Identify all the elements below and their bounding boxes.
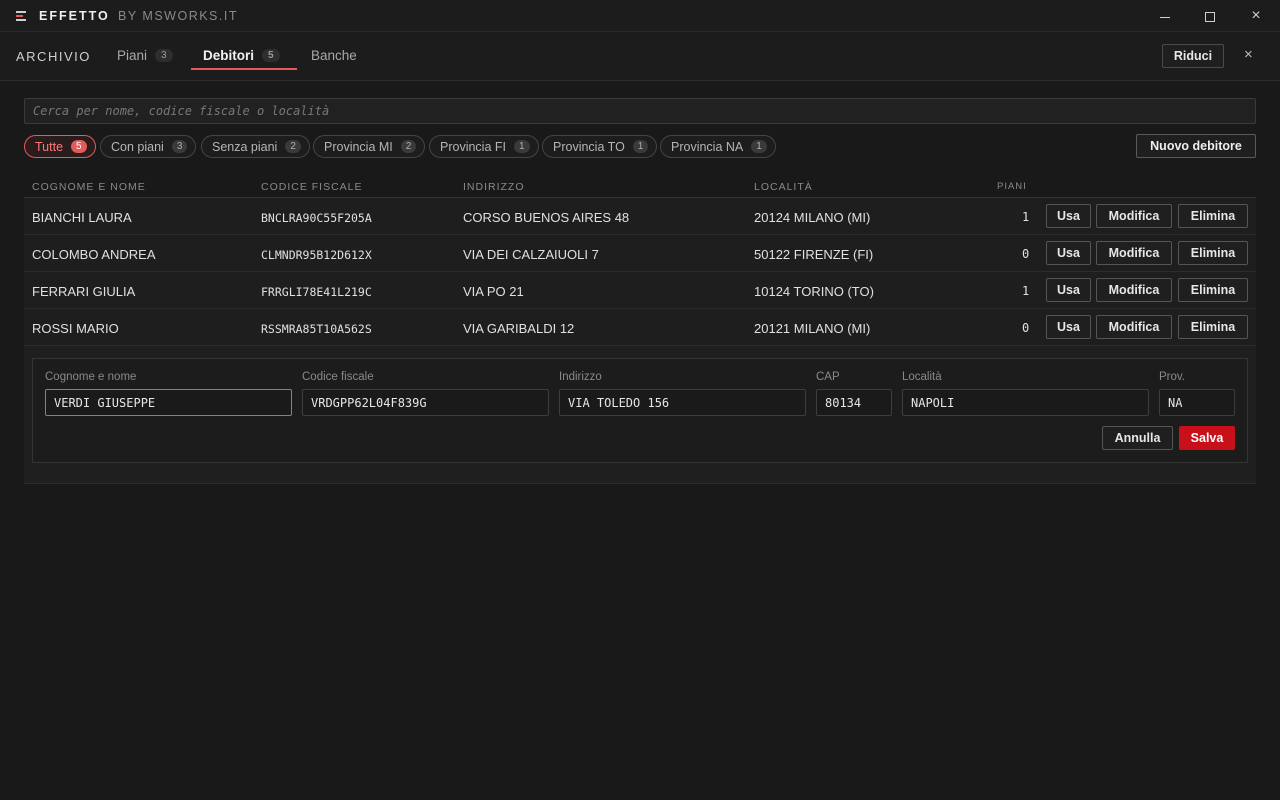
table-row: COLOMBO ANDREA CLMNDR95B12D612X VIA DEI … [24,235,1256,272]
row-plans: 1 [1022,210,1030,224]
filter-chip-provincia-na[interactable]: Provincia NA 1 [660,135,776,158]
nav-bar: ARCHIVIO Piani 3 Debitori 5 Banche Riduc… [0,32,1280,81]
filter-chip-tutte[interactable]: Tutte 5 [24,135,96,158]
row-name: COLOMBO ANDREA [32,247,156,262]
use-button[interactable]: Usa [1046,315,1091,339]
row-city: 50122 FIRENZE (FI) [754,247,874,262]
row-cf: FRRGLI78E41L219C [261,285,372,299]
filter-chip-provincia-to[interactable]: Provincia TO 1 [542,135,658,158]
row-name: BIANCHI LAURA [32,210,132,225]
edit-button[interactable]: Modifica [1096,241,1172,265]
chip-count: 1 [632,140,649,153]
cf-field[interactable] [302,389,549,416]
title-bar: EFFETTO BY MSWORKS.IT × [0,0,1280,32]
label-cap: CAP [816,371,840,383]
use-button[interactable]: Usa [1046,204,1091,228]
address-field[interactable] [559,389,806,416]
row-cf: RSSMRA85T10A562S [261,322,372,336]
filter-chip-provincia-mi[interactable]: Provincia MI 2 [313,135,426,158]
chip-label: Senza piani [212,139,278,154]
row-cf: BNCLRA90C55F205A [261,211,372,225]
new-debtor-button[interactable]: Nuovo debitore [1136,134,1256,158]
active-tab-indicator [191,68,297,70]
close-icon[interactable]: × [1244,46,1253,63]
row-city: 10124 TORINO (TO) [754,284,874,299]
section-title: ARCHIVIO [16,49,91,64]
row-plans: 0 [1022,321,1030,335]
delete-button[interactable]: Elimina [1178,315,1248,339]
tab-banche[interactable]: Banche [311,48,357,63]
chip-label: Tutte [35,139,64,154]
name-field[interactable] [45,389,292,416]
app-title: EFFETTO [39,9,110,23]
search-input[interactable] [24,98,1256,124]
row-city: 20124 MILANO (MI) [754,210,871,225]
chip-label: Con piani [111,139,164,154]
riduci-button[interactable]: Riduci [1162,44,1224,68]
tab-debitori[interactable]: Debitori 5 [203,48,280,63]
use-button[interactable]: Usa [1046,278,1091,302]
chip-count: 1 [514,140,530,153]
tab-label: Banche [311,48,357,63]
row-name: FERRARI GIULIA [32,284,136,299]
table-header: COGNOME E NOME CODICE FISCALE INDIRIZZO … [24,178,1256,198]
save-button[interactable]: Salva [1179,426,1235,450]
use-button[interactable]: Usa [1046,241,1091,265]
menu-icon[interactable] [16,11,26,21]
chip-count: 5 [71,140,87,153]
delete-button[interactable]: Elimina [1178,241,1248,265]
app-subtitle: BY MSWORKS.IT [118,9,238,23]
maximize-icon[interactable] [1199,6,1221,26]
header-plans: PIANI [997,181,1027,192]
tab-count: 3 [155,49,173,62]
table-row: FERRARI GIULIA FRRGLI78E41L219C VIA PO 2… [24,272,1256,309]
filter-chip-provincia-fi[interactable]: Provincia FI 1 [429,135,539,158]
row-address: CORSO BUENOS AIRES 48 [463,210,630,225]
tab-count: 5 [262,49,280,62]
row-address: VIA GARIBALDI 12 [463,321,575,336]
cap-field[interactable] [816,389,892,416]
tab-piani[interactable]: Piani 3 [117,48,173,63]
row-address: VIA PO 21 [463,284,524,299]
table-row: BIANCHI LAURA BNCLRA90C55F205A CORSO BUE… [24,198,1256,235]
minimize-icon[interactable] [1154,6,1176,26]
label-prov: Prov. [1159,371,1185,383]
header-city: LOCALITÀ [754,181,813,193]
row-address: VIA DEI CALZAIUOLI 7 [463,247,599,262]
row-plans: 0 [1022,247,1030,261]
table-row: ROSSI MARIO RSSMRA85T10A562S VIA GARIBAL… [24,309,1256,346]
header-name: COGNOME E NOME [32,181,146,193]
filter-chip-senza-piani[interactable]: Senza piani 2 [201,135,310,158]
chip-count: 1 [751,140,767,153]
row-name: ROSSI MARIO [32,321,119,336]
chip-count: 2 [285,140,301,153]
header-cf: CODICE FISCALE [261,181,363,193]
delete-button[interactable]: Elimina [1178,278,1248,302]
chip-label: Provincia MI [324,139,393,154]
label-address: Indirizzo [559,371,602,383]
cancel-button[interactable]: Annulla [1102,426,1173,450]
chip-label: Provincia FI [440,139,506,154]
edit-button[interactable]: Modifica [1096,278,1172,302]
edit-button[interactable]: Modifica [1096,204,1172,228]
chip-count: 2 [400,140,417,153]
chip-count: 3 [171,140,188,153]
edit-button[interactable]: Modifica [1096,315,1172,339]
city-field[interactable] [902,389,1149,416]
row-cf: CLMNDR95B12D612X [261,248,372,262]
row-city: 20121 MILANO (MI) [754,321,871,336]
window-close-icon[interactable]: × [1245,6,1267,26]
delete-button[interactable]: Elimina [1178,204,1248,228]
tab-label: Piani [117,48,148,63]
label-name: Cognome e nome [45,371,137,383]
chip-label: Provincia NA [671,139,744,154]
prov-field[interactable] [1159,389,1235,416]
header-address: INDIRIZZO [463,181,525,193]
tab-label: Debitori [203,48,255,63]
row-plans: 1 [1022,284,1030,298]
chip-label: Provincia TO [553,139,625,154]
label-city: Località [902,371,942,383]
label-cf: Codice fiscale [302,371,374,383]
filter-chip-con-piani[interactable]: Con piani 3 [100,135,197,158]
